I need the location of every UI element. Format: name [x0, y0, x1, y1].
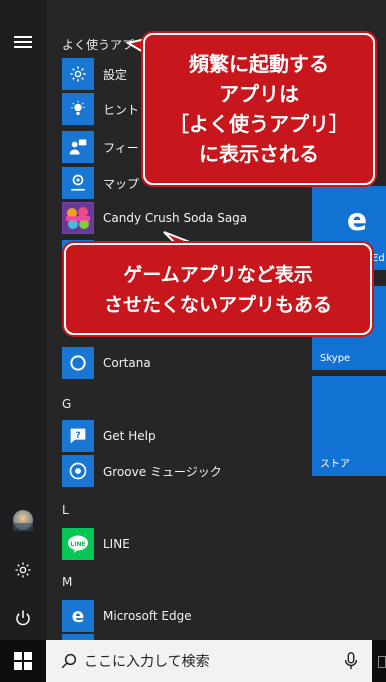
app-label: マップ	[103, 176, 140, 191]
edge-icon: e	[62, 600, 94, 632]
app-label: Cortana	[103, 356, 151, 370]
tile-label: ストア	[320, 459, 350, 470]
svg-text:e: e	[72, 606, 84, 626]
svg-text:e: e	[347, 204, 367, 234]
app-item-get-help[interactable]: ? Get Help	[62, 418, 302, 454]
app-item-candy-crush[interactable]: Candy Crush Soda Saga	[62, 200, 302, 236]
svg-text:LINE: LINE	[70, 541, 85, 548]
settings-button[interactable]	[0, 550, 46, 590]
section-header-g[interactable]: G	[62, 397, 71, 411]
tile-label: Ed	[372, 253, 385, 264]
svg-text:?: ?	[75, 430, 80, 441]
callout-line: 頻繁に起動する	[189, 52, 329, 76]
app-item-cortana[interactable]: Cortana	[62, 345, 302, 381]
edge-icon: e	[347, 204, 367, 234]
section-header-m[interactable]: M	[62, 575, 72, 589]
windows-logo-icon	[14, 652, 32, 670]
map-icon	[62, 167, 94, 199]
search-icon	[61, 653, 77, 669]
callout-line: アプリは	[219, 82, 299, 106]
avatar	[13, 510, 33, 531]
section-header-l[interactable]: L	[62, 503, 69, 517]
gear-icon	[62, 58, 94, 90]
feedback-icon	[62, 131, 94, 163]
app-label: ヒント	[103, 102, 140, 117]
callout-line: させたくないアプリもある	[103, 294, 332, 316]
start-rail	[0, 0, 46, 640]
tile-label: Skype	[320, 353, 351, 364]
section-header-frequent: よく使うアプリ	[62, 38, 147, 52]
callout-line: ゲームアプリなど表示	[123, 264, 313, 286]
search-box[interactable]: ここに入力して検索	[46, 640, 372, 682]
microphone-icon[interactable]	[344, 652, 358, 670]
taskbar: ここに入力して検索	[0, 640, 386, 682]
power-button[interactable]	[0, 598, 46, 638]
line-icon: LINE	[62, 528, 94, 560]
callout-line: に表示される	[199, 142, 319, 166]
search-placeholder: ここに入力して検索	[84, 654, 210, 670]
app-label: Groove ミュージック	[103, 464, 222, 479]
app-label: 設定	[103, 67, 128, 82]
start-button[interactable]	[0, 640, 46, 682]
callout-frequent-apps: 頻繁に起動する アプリは ［よく使うアプリ］ に表示される	[143, 33, 375, 185]
gear-icon	[15, 562, 31, 578]
user-avatar-button[interactable]	[0, 500, 46, 540]
power-icon	[16, 610, 30, 626]
app-label: Candy Crush Soda Saga	[103, 211, 248, 225]
cortana-icon	[62, 347, 94, 379]
hamburger-icon	[14, 36, 32, 48]
help-icon: ?	[62, 420, 94, 452]
lightbulb-icon	[62, 93, 94, 125]
callout-line: ［よく使うアプリ］	[169, 112, 349, 136]
app-label: Get Help	[103, 429, 156, 443]
groove-icon	[62, 455, 94, 487]
task-view-icon[interactable]	[378, 656, 386, 668]
app-label: Microsoft Edge	[103, 609, 192, 623]
candy-crush-icon	[62, 202, 94, 234]
app-item-edge[interactable]: e Microsoft Edge	[62, 598, 302, 634]
app-label: LINE	[103, 537, 130, 551]
callout-game-apps: ゲームアプリなど表示 させたくないアプリもある	[64, 243, 372, 335]
tile-store[interactable]: ストア	[312, 376, 386, 476]
app-item-groove[interactable]: Groove ミュージック	[62, 453, 302, 489]
app-item-line[interactable]: LINE LINE	[62, 526, 302, 562]
hamburger-menu-button[interactable]	[0, 22, 46, 62]
